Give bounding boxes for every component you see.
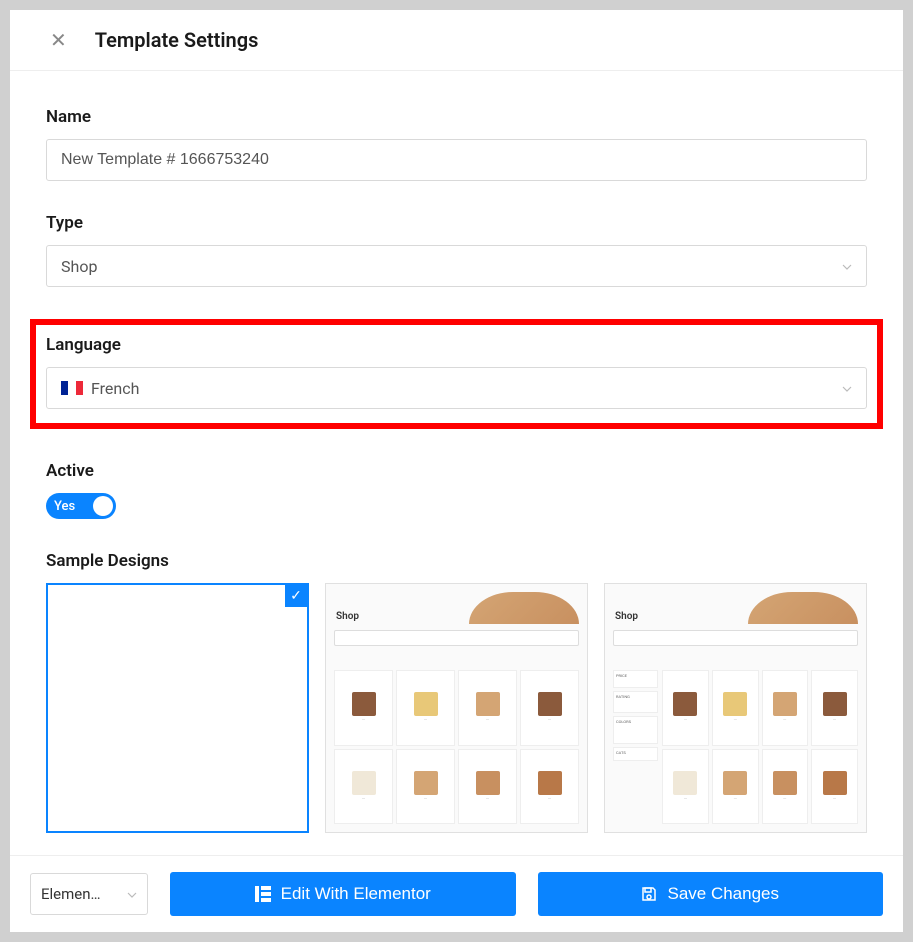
modal-title: Template Settings [95, 28, 259, 52]
chevron-down-icon [842, 381, 852, 395]
toggle-state-label: Yes [54, 499, 75, 514]
active-toggle[interactable]: Yes [46, 493, 116, 519]
builder-select[interactable]: Elemen… [30, 873, 148, 915]
language-label: Language [46, 335, 867, 355]
sample-designs-group: Sample Designs ✓ Shop ··· [46, 551, 867, 833]
design-preview: Shop PRICE RATING COLORS CATS [605, 584, 866, 832]
elementor-icon [255, 886, 271, 902]
template-settings-modal: ✕ Template Settings Name Type Shop Langu… [10, 10, 903, 932]
modal-footer: Elemen… Edit With Elementor [10, 855, 903, 932]
type-label: Type [46, 213, 867, 233]
edit-elementor-button[interactable]: Edit With Elementor [170, 872, 516, 916]
builder-value: Elemen… [41, 885, 101, 903]
language-group: Language French [46, 335, 867, 409]
name-label: Name [46, 107, 867, 127]
type-value: Shop [61, 257, 97, 276]
save-button[interactable]: Save Changes [538, 872, 884, 916]
preview-title: Shop [334, 607, 361, 630]
chevron-down-icon [842, 259, 852, 273]
sample-designs-label: Sample Designs [46, 551, 867, 571]
language-select[interactable]: French [46, 367, 867, 409]
type-group: Type Shop [46, 213, 867, 287]
design-card-shop-sidebar[interactable]: Shop PRICE RATING COLORS CATS [604, 583, 867, 833]
language-highlight: Language French [30, 319, 883, 429]
preview-title: Shop [613, 607, 640, 630]
save-icon [641, 886, 657, 902]
language-value: French [61, 379, 139, 398]
close-icon[interactable]: ✕ [50, 28, 67, 52]
design-card-blank[interactable]: ✓ [46, 583, 309, 833]
designs-grid: ✓ Shop ··· ··· ··· · [46, 583, 867, 833]
design-preview: Shop ··· ··· ··· ··· ··· ··· ··· [326, 584, 587, 832]
design-card-shop-grid[interactable]: Shop ··· ··· ··· ··· ··· ··· ··· [325, 583, 588, 833]
name-input[interactable] [46, 139, 867, 181]
modal-header: ✕ Template Settings [10, 10, 903, 71]
check-icon: ✓ [285, 585, 307, 607]
name-group: Name [46, 107, 867, 181]
modal-body[interactable]: Name Type Shop Language [10, 71, 903, 855]
active-group: Active Yes [46, 461, 867, 519]
flag-icon [61, 381, 83, 395]
language-text: French [91, 379, 139, 398]
save-button-label: Save Changes [667, 884, 779, 904]
active-label: Active [46, 461, 867, 481]
edit-button-label: Edit With Elementor [281, 884, 431, 904]
chevron-down-icon [127, 887, 137, 901]
toggle-knob [93, 496, 113, 516]
type-select[interactable]: Shop [46, 245, 867, 287]
